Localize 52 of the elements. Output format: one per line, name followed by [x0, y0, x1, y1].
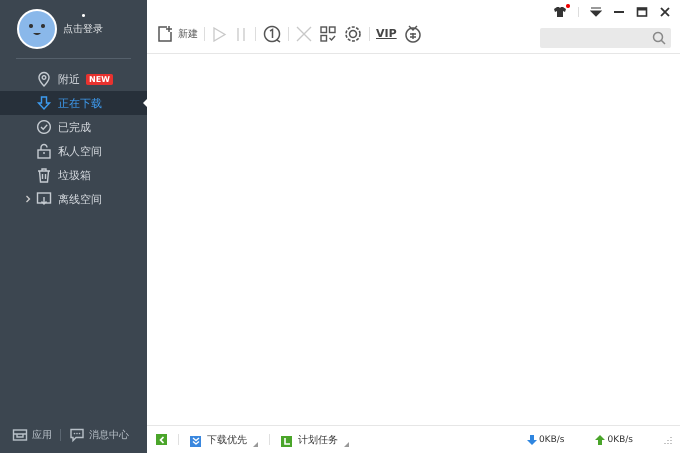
up-arrow-icon	[595, 434, 606, 444]
sidebar-item[interactable]: 私人空间	[0, 139, 147, 163]
sidebar-item[interactable]: 附近 NEW	[0, 67, 147, 91]
padlock-icon	[36, 143, 52, 159]
double-chevron-down-icon	[192, 437, 200, 445]
footer-button[interactable]: 应用	[12, 427, 52, 443]
search-field[interactable]	[540, 28, 671, 48]
login-link[interactable]: 点击登录	[63, 22, 103, 36]
grid-button[interactable]	[319, 24, 337, 42]
corner-caret-icon	[253, 442, 258, 446]
chevron-left-icon	[158, 436, 166, 444]
gift-face-icon	[402, 24, 423, 44]
sidebar-item[interactable]: 离线空间	[0, 187, 147, 211]
close-icon[interactable]	[659, 6, 671, 18]
priority-dropdown[interactable]: 下载优先	[190, 432, 258, 446]
download-arrow-icon	[36, 95, 52, 111]
number-one-icon	[262, 24, 282, 44]
upload-speed: 0KB/s	[607, 434, 633, 444]
gear-icon	[343, 24, 363, 44]
resize-grip-icon	[664, 436, 672, 444]
cross-icon	[295, 24, 313, 42]
document-plus-icon	[156, 24, 174, 42]
app-box-icon	[12, 427, 28, 443]
new-badge: NEW	[86, 74, 113, 84]
sidebar-item[interactable]: 已完成	[0, 115, 147, 139]
sidebar-item[interactable]: 正在下载	[0, 91, 147, 115]
footer-button[interactable]: 消息中心	[69, 427, 129, 443]
avatar-icon	[17, 9, 57, 49]
vip-button[interactable]: VIP	[376, 27, 397, 40]
trash-icon	[36, 167, 52, 183]
new-button[interactable]: 新建	[156, 24, 198, 42]
search-icon	[652, 31, 666, 45]
download-speed: 0KB/s	[538, 434, 564, 444]
corner-caret-icon	[344, 442, 349, 446]
gift-face-button[interactable]	[402, 24, 423, 44]
sidebar-item[interactable]: 垃圾箱	[0, 163, 147, 187]
chat-bubble-icon	[69, 427, 85, 443]
corner-l-icon	[282, 437, 290, 445]
gear-button[interactable]	[343, 24, 363, 44]
schedule-dropdown[interactable]: 计划任务	[281, 432, 349, 446]
number-one-button[interactable]	[262, 24, 282, 44]
down-arrow-icon	[526, 434, 537, 444]
location-pin-icon	[36, 71, 52, 87]
maximize-icon[interactable]	[636, 6, 648, 18]
grid-icon	[319, 24, 337, 42]
tshirt-icon[interactable]	[553, 6, 567, 18]
collapse-caret-icon	[24, 195, 32, 203]
monitor-download-icon	[36, 191, 52, 207]
check-circle-icon	[36, 119, 52, 135]
menu-dropdown-icon[interactable]	[590, 6, 602, 18]
back-button[interactable]	[156, 434, 167, 445]
play-icon	[211, 26, 227, 42]
